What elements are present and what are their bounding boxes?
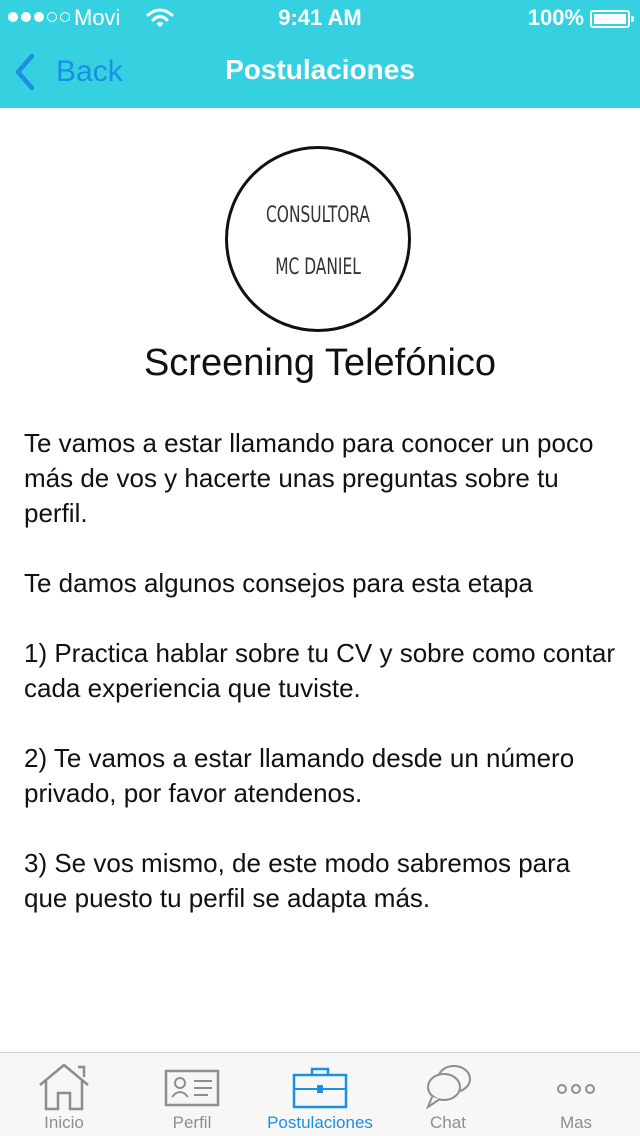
home-icon (39, 1063, 89, 1111)
paragraph-tip-1: 1) Practica hablar sobre tu CV y sobre c… (24, 638, 616, 703)
header: Movi 9:41 AM 100% Back Postulaciones (0, 0, 640, 108)
tab-mas[interactable]: Mas (512, 1053, 640, 1136)
tab-postulaciones[interactable]: Postulaciones (256, 1053, 384, 1136)
briefcase-icon (292, 1067, 348, 1109)
logo-line-1: CONSULTORA (266, 203, 370, 228)
more-dots-icon (557, 1084, 595, 1094)
section-title: Screening Telefónico (143, 342, 497, 384)
battery-percent: 100% (527, 5, 584, 30)
id-card-icon (164, 1069, 220, 1107)
instructions-text: Te vamos a estar llamando para conocer u… (24, 426, 620, 951)
tab-bar: Inicio Perfil Postulaciones Chat Mas (0, 1052, 640, 1136)
tab-label-postulaciones: Postulaciones (267, 1113, 373, 1132)
status-bar: Movi 9:41 AM 100% (0, 0, 640, 36)
tab-inicio[interactable]: Inicio (0, 1053, 128, 1136)
tab-label-mas: Mas (559, 1113, 593, 1132)
company-logo: CONSULTORA MC DANIEL (225, 146, 411, 332)
paragraph-tip-2: 2) Te vamos a estar llamando desde un nú… (24, 743, 575, 808)
tab-label-perfil: Perfil (172, 1113, 212, 1132)
paragraph-tips-header: Te damos algunos consejos para esta etap… (24, 568, 533, 598)
tab-perfil[interactable]: Perfil (128, 1053, 256, 1136)
chat-bubbles-icon (425, 1065, 471, 1110)
logo-line-2: MC DANIEL (275, 255, 361, 280)
tab-label-inicio: Inicio (44, 1113, 84, 1132)
paragraph-intro: Te vamos a estar llamando para conocer u… (24, 428, 594, 528)
page-title: Postulaciones (225, 54, 415, 85)
paragraph-tip-3: 3) Se vos mismo, de este modo sabremos p… (24, 848, 571, 913)
battery-icon (590, 10, 634, 28)
tab-label-chat: Chat (430, 1113, 466, 1132)
tab-chat[interactable]: Chat (384, 1053, 512, 1136)
